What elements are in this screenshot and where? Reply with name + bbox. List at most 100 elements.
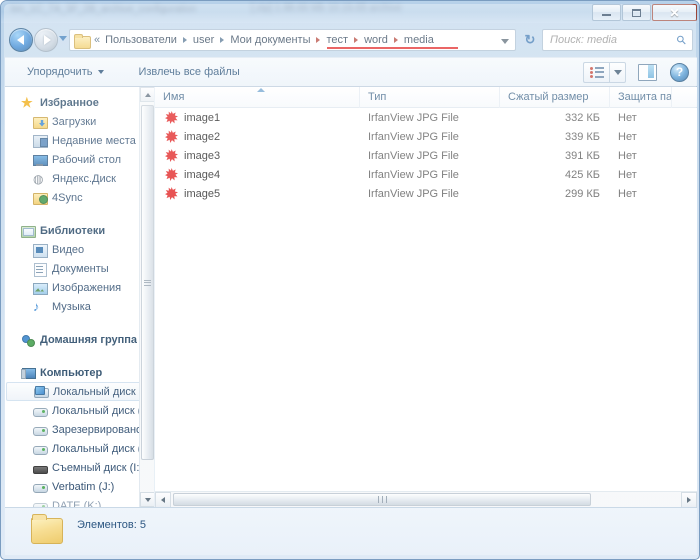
nav-group-homegroup: Домашняя группа — [5, 330, 154, 349]
change-view-dropdown[interactable] — [609, 61, 626, 83]
table-row[interactable]: image4 IrfanView JPG File 425 КБ Нет — [155, 165, 697, 184]
sidebar-item-music[interactable]: ♪ Музыка — [5, 297, 154, 316]
table-row[interactable]: image5 IrfanView JPG File 299 КБ Нет — [155, 184, 697, 203]
triangle-left-icon — [161, 496, 165, 503]
title-bar[interactable]: bin_1C_7A_3F_2B_archive_configuration [.… — [1, 1, 699, 23]
irfanview-jpg-icon — [165, 149, 178, 162]
file-size-cell: 425 КБ — [564, 168, 600, 181]
usb-drive-icon — [33, 461, 48, 475]
breadcrumb-item-test[interactable]: тест — [324, 33, 350, 47]
sidebar-item-homegroup[interactable]: Домашняя группа — [5, 330, 154, 349]
nav-group-computer: Компьютер Локальный диск (C:) Локальный … — [5, 363, 154, 507]
table-row[interactable]: image1 IrfanView JPG File 332 КБ Нет — [155, 108, 697, 127]
table-row[interactable]: image3 IrfanView JPG File 391 КБ Нет — [155, 146, 697, 165]
file-protected-cell: Нет — [618, 187, 637, 200]
minimize-button[interactable] — [592, 4, 621, 21]
file-pane-horizontal-scrollbar[interactable] — [155, 491, 697, 507]
column-header-password-protected[interactable]: Защита па.. — [610, 87, 672, 108]
table-row[interactable]: image2 IrfanView JPG File 339 КБ Нет — [155, 127, 697, 146]
breadcrumb-item-word[interactable]: word — [362, 33, 390, 47]
close-button[interactable]: ✕ — [652, 4, 697, 21]
sidebar-item-date-k[interactable]: DATE (K:) — [5, 496, 154, 507]
sidebar-item-drive-h[interactable]: Локальный диск (H:) — [5, 439, 154, 458]
help-label: ? — [675, 65, 684, 79]
help-button[interactable]: ? — [670, 62, 689, 82]
sidebar-label: Недавние места — [52, 134, 136, 147]
file-name-cell: image4 — [155, 168, 360, 181]
column-header-name[interactable]: Имя — [155, 87, 360, 108]
sidebar-scroll-thumb[interactable] — [141, 105, 154, 460]
sidebar-item-drive-d[interactable]: Локальный диск (D:) — [5, 401, 154, 420]
search-input[interactable]: Поиск: media — [550, 34, 677, 46]
sidebar-item-verbatim-j[interactable]: Verbatim (J:) — [5, 477, 154, 496]
file-protected-cell: Нет — [618, 168, 637, 181]
sidebar-item-4sync[interactable]: 4Sync — [5, 188, 154, 207]
breadcrumb-arrow-2-icon[interactable] — [316, 37, 321, 43]
file-list-pane: Имя Тип Сжатый размер Защита па.. image1 — [155, 87, 697, 507]
refresh-button[interactable]: ↻ — [520, 30, 540, 50]
sidebar-label: Яндекс.Диск — [52, 172, 116, 185]
sidebar-item-pictures[interactable]: Изображения — [5, 278, 154, 297]
foursync-icon — [33, 191, 48, 205]
minimize-icon — [602, 14, 611, 16]
maximize-button[interactable] — [622, 4, 651, 21]
breadcrumb-arrow-3-icon[interactable] — [354, 37, 359, 43]
sidebar-item-system-reserved[interactable]: Зарезервировано сис — [5, 420, 154, 439]
triangle-up-icon — [144, 92, 151, 97]
column-header-type[interactable]: Тип — [360, 87, 500, 108]
breadcrumb-overflow-icon[interactable]: « — [94, 34, 100, 46]
address-history-dropdown-icon[interactable] — [501, 39, 509, 44]
computer-icon — [21, 366, 36, 380]
irfanview-jpg-icon — [165, 111, 178, 124]
sidebar-label: Видео — [52, 243, 85, 256]
sidebar-item-drive-c[interactable]: Локальный диск (C:) — [6, 382, 153, 401]
extract-all-button[interactable]: Извлечь все файлы — [130, 63, 247, 81]
scroll-right-button[interactable] — [681, 491, 697, 507]
sidebar-item-favorites[interactable]: ★ Избранное — [5, 93, 154, 112]
breadcrumb-item-users[interactable]: Пользователи — [103, 33, 179, 47]
sidebar-scrollbar[interactable] — [139, 87, 154, 507]
sidebar-item-computer[interactable]: Компьютер — [5, 363, 154, 382]
sidebar-item-desktop[interactable]: Рабочий стол — [5, 150, 154, 169]
sidebar-label: Документы — [52, 262, 109, 275]
breadcrumb-item-media[interactable]: media — [402, 33, 436, 47]
file-name-cell: image5 — [155, 187, 360, 200]
breadcrumb-item-documents[interactable]: Мои документы — [228, 33, 312, 47]
scroll-left-button[interactable] — [155, 491, 171, 507]
scroll-up-button[interactable] — [140, 87, 154, 102]
sidebar-label: 4Sync — [52, 191, 83, 204]
star-icon: ★ — [21, 94, 33, 110]
sidebar-item-removable-i[interactable]: Съемный диск (I:) — [5, 458, 154, 477]
downloads-folder-icon — [33, 115, 48, 129]
triangle-down-icon — [144, 497, 151, 502]
sidebar-item-video[interactable]: Видео — [5, 240, 154, 259]
organize-button[interactable]: Упорядочить — [19, 63, 112, 81]
breadcrumb-arrow-1-icon[interactable] — [220, 37, 225, 43]
forward-button[interactable] — [34, 28, 58, 52]
sidebar-item-libraries[interactable]: Библиотеки — [5, 221, 154, 240]
change-view-button[interactable] — [583, 61, 609, 83]
breadcrumb-item-user[interactable]: user — [191, 33, 216, 47]
file-protected-cell: Нет — [618, 111, 637, 124]
breadcrumb-arrow-0-icon[interactable] — [182, 37, 187, 43]
search-box[interactable]: Поиск: media ⚲ — [542, 29, 693, 51]
explorer-window: bin_1C_7A_3F_2B_archive_configuration [.… — [0, 0, 700, 560]
sidebar-item-documents[interactable]: Документы — [5, 259, 154, 278]
extract-all-label: Извлечь все файлы — [138, 66, 240, 78]
column-label: Сжатый размер — [508, 90, 589, 103]
file-size-cell: 339 КБ — [564, 130, 600, 143]
back-button[interactable] — [9, 28, 33, 52]
scroll-track[interactable] — [171, 492, 681, 508]
horizontal-scroll-thumb[interactable] — [173, 492, 592, 506]
sidebar-item-downloads[interactable]: Загрузки — [5, 112, 154, 131]
file-type-cell: IrfanView JPG File — [368, 149, 459, 162]
file-type-cell: IrfanView JPG File — [368, 111, 459, 124]
sidebar-item-recent-places[interactable]: Недавние места — [5, 131, 154, 150]
sidebar-item-yandex-disk[interactable]: ◍ Яндекс.Диск — [5, 169, 154, 188]
status-bar: Элементов: 5 — [5, 507, 697, 555]
breadcrumb-arrow-4-icon[interactable] — [393, 37, 398, 43]
column-header-compressed-size[interactable]: Сжатый размер — [500, 87, 610, 108]
scroll-down-button[interactable] — [140, 492, 154, 507]
recent-locations-dropdown-icon[interactable] — [59, 36, 67, 41]
preview-pane-button[interactable] — [636, 62, 658, 82]
